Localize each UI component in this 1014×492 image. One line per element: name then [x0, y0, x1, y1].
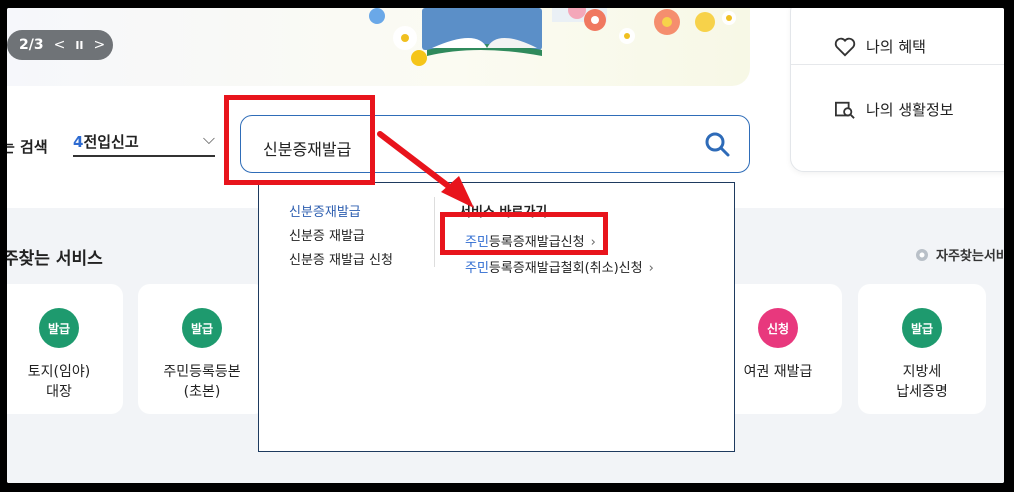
shortcut-link-highlight: 주민 — [465, 261, 489, 276]
select-text: 전입신고 — [83, 133, 139, 151]
banner-illustration — [369, 8, 736, 66]
card-label: 지방세 — [902, 364, 942, 380]
category-select[interactable]: 4전입신고 ⌵ — [73, 129, 215, 157]
dropdown-divider — [434, 197, 435, 267]
issue-badge: 발급 — [902, 308, 942, 348]
apply-badge: 신청 — [758, 308, 798, 348]
annotation-box-search — [224, 95, 375, 185]
pager-pause-button[interactable]: II — [75, 39, 83, 52]
chevron-down-icon: ⌵ — [202, 129, 215, 148]
banner-pager: 2/3 < II > — [7, 30, 113, 60]
frequent-services-settings[interactable]: 자주찾는서비 — [914, 245, 1004, 264]
suggestion-item[interactable]: 신분증 재발급 신청 — [289, 249, 393, 273]
select-number: 4 — [73, 133, 84, 151]
card-label: (초본) — [183, 384, 221, 400]
service-card[interactable]: 발급 토지(임야) 대장 — [7, 284, 123, 414]
search-doc-icon — [835, 101, 855, 119]
suggestion-item[interactable]: 신분증재발급 — [289, 201, 393, 225]
search-icon[interactable] — [703, 130, 731, 158]
issue-badge: 발급 — [182, 308, 222, 348]
pager-prev-button[interactable]: < — [54, 37, 66, 53]
card-label: 대장 — [46, 384, 72, 400]
panel-divider — [791, 64, 1004, 65]
card-label: 납세증명 — [896, 384, 948, 400]
service-card[interactable]: 발급 지방세 납세증명 — [858, 284, 986, 414]
annotation-box-shortcut — [440, 212, 608, 255]
heart-icon — [834, 37, 856, 56]
pager-count: 2/3 — [19, 37, 44, 53]
suggestion-list: 신분증재발급 신분증 재발급 신분증 재발급 신청 — [289, 201, 393, 273]
shortcut-link-text: 등록증재발급철회(취소)신청 — [488, 261, 643, 276]
shortcut-link[interactable]: 주민등록증재발급철회(취소)신청 › — [465, 257, 654, 276]
service-card[interactable]: 발급 주민등록등본 (초본) — [138, 284, 266, 414]
main-banner[interactable]: 2/3 < II > — [7, 8, 750, 86]
card-label: 주민등록등본 — [163, 364, 241, 380]
card-label: 토지(임야) — [27, 364, 91, 380]
my-benefits-label: 나의 혜택 — [866, 38, 926, 56]
my-benefits-link[interactable]: 나의 혜택 — [834, 36, 926, 57]
pager-next-button[interactable]: > — [94, 37, 106, 53]
frequent-services-title: 주찾는 서비스 — [7, 249, 103, 269]
gear-icon — [916, 248, 928, 261]
search-label: 는 검색 — [7, 138, 48, 156]
my-life-info-link[interactable]: 나의 생활정보 — [834, 99, 954, 120]
suggestion-item[interactable]: 신분증 재발급 — [289, 225, 393, 249]
my-life-info-label: 나의 생활정보 — [866, 101, 954, 119]
my-info-panel: 나의 혜택 나의 생활정보 — [790, 8, 1004, 172]
frequent-services-more: 자주찾는서비 — [936, 249, 1004, 264]
chevron-right-icon: › — [648, 261, 654, 276]
issue-badge: 발급 — [39, 308, 79, 348]
